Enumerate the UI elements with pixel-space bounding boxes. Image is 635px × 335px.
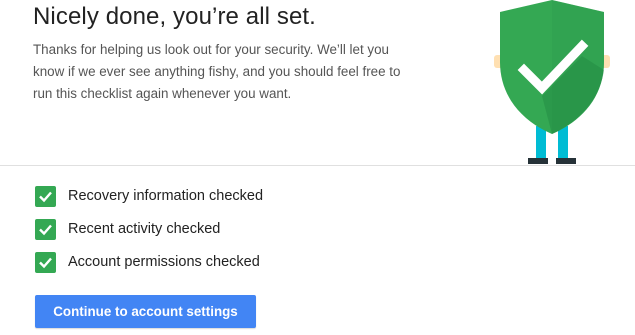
checkmark-icon — [35, 185, 56, 207]
checklist: Recovery information checked Recent acti… — [35, 185, 263, 284]
checklist-item-label: Recent activity checked — [68, 221, 221, 237]
page-title: Nicely done, you’re all set. — [33, 3, 316, 30]
security-checkup-complete: Nicely done, you’re all set. Thanks for … — [0, 0, 635, 335]
checklist-item-recovery: Recovery information checked — [35, 185, 263, 207]
checkmark-icon — [35, 251, 56, 273]
checklist-item-label: Account permissions checked — [68, 254, 260, 270]
checklist-item-activity: Recent activity checked — [35, 218, 263, 240]
shoe-left — [528, 158, 548, 164]
shoe-right — [556, 158, 576, 164]
section-divider — [0, 165, 635, 166]
checkmark-icon — [35, 218, 56, 240]
security-shield-character-icon — [494, 0, 610, 164]
checklist-item-label: Recovery information checked — [68, 188, 264, 204]
continue-to-account-settings-button[interactable]: Continue to account settings — [35, 295, 256, 328]
page-description: Thanks for helping us look out for your … — [33, 42, 401, 101]
leg-left — [536, 126, 546, 158]
leg-right — [558, 126, 568, 158]
checklist-item-permissions: Account permissions checked — [35, 251, 263, 273]
